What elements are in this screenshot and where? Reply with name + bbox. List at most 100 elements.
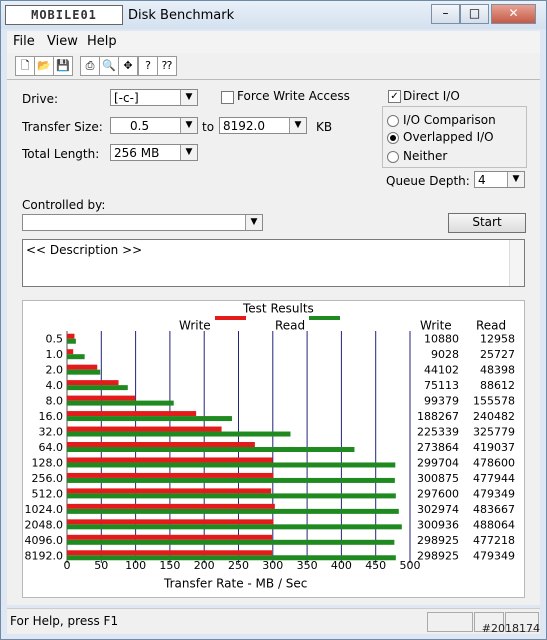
- x-axis-label: Transfer Rate - MB / Sec: [163, 577, 307, 591]
- x-tick-label: 450: [365, 559, 386, 572]
- x-tick-label: 400: [331, 559, 352, 572]
- col-read-header: Read: [476, 319, 506, 333]
- read-value-label: 325779: [473, 426, 515, 439]
- write-value-label: 273864: [417, 441, 459, 454]
- drive-select[interactable]: [-c-] ▼: [110, 89, 198, 106]
- chevron-down-icon[interactable]: ▼: [180, 90, 197, 105]
- force-write-checkbox[interactable]: [221, 91, 234, 104]
- read-bar: [67, 508, 399, 514]
- queue-depth-select[interactable]: 4 ▼: [474, 171, 525, 188]
- open-icon[interactable]: 📂: [34, 56, 54, 76]
- print-icon[interactable]: ⎙: [80, 56, 100, 76]
- write-value-label: 302974: [417, 503, 459, 516]
- zoom-icon[interactable]: 🔍: [99, 56, 119, 76]
- y-category-label: 512.0: [32, 487, 64, 500]
- write-bar: [67, 364, 98, 370]
- read-bar: [67, 385, 128, 391]
- overlapped-io-label: Overlapped I/O: [403, 130, 494, 144]
- read-bar: [67, 462, 396, 468]
- chevron-down-icon[interactable]: ▼: [245, 215, 262, 230]
- direct-io-checkbox[interactable]: ✓: [388, 90, 401, 103]
- write-value-label: 298925: [417, 534, 459, 547]
- status-panel: [427, 612, 473, 632]
- menu-file[interactable]: File: [13, 34, 35, 49]
- legend-read-label: Read: [275, 319, 305, 333]
- transfer-to-select[interactable]: 8192.0 ▼: [219, 117, 307, 134]
- chevron-down-icon[interactable]: ▼: [180, 118, 197, 133]
- read-value-label: 25727: [480, 348, 515, 361]
- window-title: Disk Benchmark: [128, 8, 235, 23]
- read-value-label: 88612: [480, 379, 515, 392]
- total-length-value: 256 MB: [114, 146, 160, 160]
- status-bar: For Help, press F1: [7, 608, 540, 634]
- drive-value: [-c-]: [114, 91, 139, 105]
- app-logo: MOBILE01: [5, 5, 123, 25]
- save-icon[interactable]: 💾: [53, 56, 73, 76]
- read-value-label: 477218: [473, 534, 515, 547]
- to-label: to: [202, 120, 215, 134]
- y-category-label: 2.0: [46, 364, 64, 377]
- write-bar: [67, 411, 197, 417]
- write-value-label: 300875: [417, 472, 459, 485]
- description-scrollbar[interactable]: [509, 240, 524, 286]
- io-comparison-radio[interactable]: [387, 115, 399, 127]
- write-value-label: 99379: [424, 395, 459, 408]
- total-length-select[interactable]: 256 MB ▼: [110, 144, 198, 161]
- move-icon[interactable]: ✥: [118, 56, 138, 76]
- app-window: MOBILE01 Disk Benchmark – □ ✕ File View …: [0, 0, 547, 640]
- description-box[interactable]: << Description >>: [22, 239, 525, 287]
- x-tick-label: 150: [159, 559, 180, 572]
- x-tick-label: 250: [228, 559, 249, 572]
- transfer-from-select[interactable]: 0.5 ▼: [110, 117, 198, 134]
- y-category-label: 1024.0: [25, 503, 64, 516]
- start-button[interactable]: Start: [448, 213, 526, 233]
- y-category-label: 8.0: [46, 395, 64, 408]
- y-category-label: 2048.0: [25, 518, 64, 531]
- col-write-header: Write: [420, 319, 452, 333]
- chevron-down-icon[interactable]: ▼: [507, 172, 524, 187]
- read-bar: [67, 477, 395, 483]
- write-bar: [67, 442, 255, 447]
- y-category-label: 128.0: [32, 456, 64, 469]
- read-value-label: 488064: [473, 518, 515, 531]
- chevron-down-icon[interactable]: ▼: [289, 118, 306, 133]
- total-length-label: Total Length:: [22, 147, 100, 161]
- transfer-size-label: Transfer Size:: [22, 120, 103, 134]
- y-category-label: 256.0: [32, 472, 64, 485]
- test-results-panel: Test Results Write Read Write Read 0 50 10…: [22, 300, 525, 598]
- title-bar: MOBILE01 Disk Benchmark – □ ✕: [1, 1, 546, 29]
- write-value-label: 300936: [417, 518, 459, 531]
- write-bar: [67, 488, 272, 494]
- help-icon[interactable]: ?: [138, 56, 158, 76]
- x-tick-label: 50: [94, 559, 108, 572]
- read-bar: [67, 400, 174, 406]
- controlled-by-select[interactable]: ▼: [22, 214, 263, 231]
- menu-help[interactable]: Help: [87, 34, 117, 49]
- x-tick-label: 200: [194, 559, 215, 572]
- read-bar: [67, 431, 291, 437]
- queue-depth-label: Queue Depth:: [386, 174, 470, 188]
- write-bar: [67, 380, 119, 386]
- menu-view[interactable]: View: [47, 34, 78, 49]
- close-button[interactable]: ✕: [491, 4, 536, 24]
- write-bar: [67, 534, 273, 540]
- write-value-label: 10880: [424, 333, 459, 346]
- y-category-label: 4096.0: [25, 534, 64, 547]
- controlled-by-label: Controlled by:: [22, 198, 106, 212]
- y-category-label: 0.5: [46, 333, 64, 346]
- neither-radio[interactable]: [387, 151, 399, 163]
- maximize-button[interactable]: □: [460, 4, 489, 24]
- read-value-label: 483667: [473, 503, 515, 516]
- watermark-text: #2018174: [481, 622, 540, 635]
- write-value-label: 299704: [417, 456, 459, 469]
- chevron-down-icon[interactable]: ▼: [180, 145, 197, 160]
- write-bar: [67, 472, 274, 478]
- minimize-button[interactable]: –: [431, 4, 460, 24]
- context-help-icon[interactable]: ⁇: [157, 56, 177, 76]
- read-bar: [67, 447, 355, 452]
- read-bar: [67, 354, 85, 360]
- overlapped-io-radio[interactable]: [387, 132, 399, 144]
- new-icon[interactable]: 🗋: [15, 56, 35, 76]
- write-value-label: 75113: [424, 379, 459, 392]
- read-value-label: 479349: [473, 549, 515, 562]
